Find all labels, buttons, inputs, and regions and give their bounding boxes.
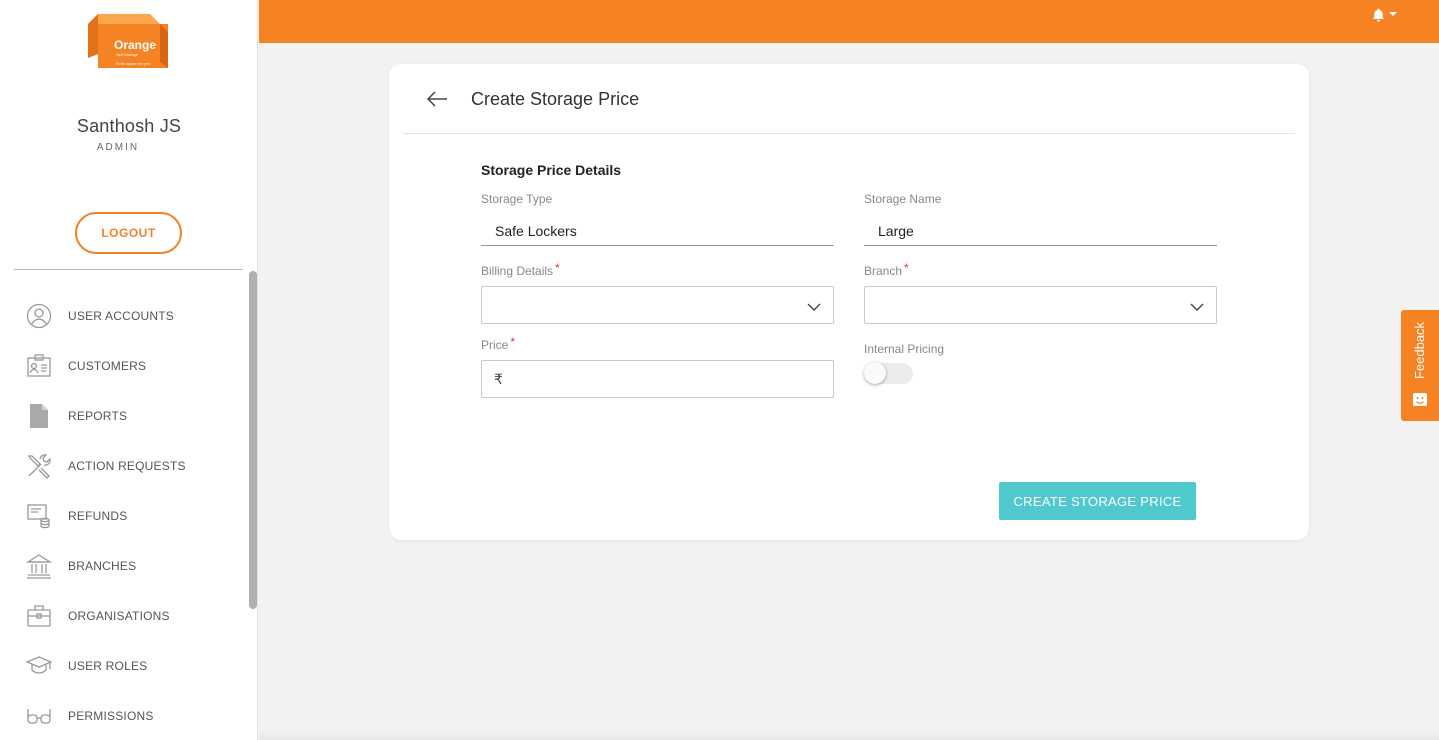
top-bar (259, 0, 1439, 43)
sidebar: Orange Self Storage Extra space for you … (0, 0, 258, 740)
tools-icon (26, 453, 52, 479)
briefcase-icon (26, 603, 52, 629)
required-asterisk: * (904, 261, 909, 275)
branch-select[interactable] (864, 286, 1217, 324)
sidebar-item-customers[interactable]: CUSTOMERS (0, 341, 248, 391)
billing-details-select[interactable] (481, 286, 834, 324)
sidebar-item-label: REPORTS (68, 409, 128, 423)
user-name: Santhosh JS (76, 116, 182, 136)
sidebar-scrollbar[interactable] (249, 271, 257, 609)
sidebar-item-permissions[interactable]: PERMISSIONS (0, 691, 248, 740)
create-storage-price-button[interactable]: CREATE STORAGE PRICE (999, 482, 1196, 520)
sidebar-item-label: ACTION REQUESTS (68, 459, 186, 473)
branch-label-text: Branch (864, 264, 903, 278)
logout-button[interactable]: LOGOUT (75, 212, 182, 254)
section-title: Storage Price Details (481, 162, 622, 178)
refund-icon (26, 503, 52, 529)
feedback-text-wrap: Feedback (1401, 310, 1439, 390)
billing-details-label-text: Billing Details (481, 264, 554, 278)
storage-type-field[interactable]: Safe Lockers (481, 216, 834, 246)
required-asterisk: * (555, 261, 560, 275)
sidebar-item-user-roles[interactable]: USER ROLES (0, 641, 248, 691)
graduation-cap-icon (26, 653, 52, 679)
create-storage-price-card: Create Storage Price Storage Price Detai… (389, 64, 1309, 540)
bottom-shade (259, 730, 1439, 740)
price-field[interactable]: ₹ (481, 360, 834, 398)
sidebar-item-label: PERMISSIONS (68, 709, 154, 723)
bank-icon (26, 553, 52, 579)
sidebar-divider (14, 269, 243, 270)
user-role: ADMIN (96, 142, 140, 153)
orange-logo[interactable]: Orange Self Storage Extra space for you (88, 14, 170, 70)
price-input[interactable] (512, 362, 833, 396)
sidebar-item-label: USER ROLES (68, 659, 148, 673)
document-icon (26, 403, 52, 429)
sidebar-item-label: ORGANISATIONS (68, 609, 170, 623)
logo-sub-text: Self Storage (116, 52, 139, 57)
branch-label: Branch * (864, 261, 909, 278)
storage-name-field[interactable]: Large (864, 216, 1217, 246)
glasses-icon (26, 703, 52, 729)
logo-tagline-text: Extra space for you (116, 61, 150, 66)
price-label: Price * (481, 335, 516, 352)
internal-pricing-toggle[interactable] (864, 362, 913, 384)
sidebar-item-action-requests[interactable]: ACTION REQUESTS (0, 441, 248, 491)
feedback-label: Feedback (1412, 321, 1428, 379)
storage-type-label: Storage Type (481, 192, 553, 206)
sidebar-item-organisations[interactable]: ORGANISATIONS (0, 591, 248, 641)
smiley-icon (1412, 392, 1428, 413)
caret-down-icon[interactable] (1389, 12, 1397, 16)
rupee-icon: ₹ (494, 370, 503, 387)
page-title: Create Storage Price (471, 89, 640, 109)
chevron-down-icon (1190, 299, 1204, 317)
user-circle-icon (26, 303, 52, 329)
header-divider (403, 133, 1295, 134)
required-asterisk: * (510, 335, 516, 349)
sidebar-item-user-accounts[interactable]: USER ACCOUNTS (0, 291, 248, 341)
sidebar-item-refunds[interactable]: REFUNDS (0, 491, 248, 541)
sidebar-nav: USER ACCOUNTS CUSTOMERS REPORTS ACTION R… (0, 291, 248, 740)
internal-pricing-label: Internal Pricing (864, 342, 945, 356)
chevron-down-icon (807, 299, 821, 317)
sidebar-item-label: CUSTOMERS (68, 359, 147, 373)
id-card-icon (26, 353, 52, 379)
back-arrow-icon[interactable] (425, 88, 449, 115)
sidebar-item-reports[interactable]: REPORTS (0, 391, 248, 441)
sidebar-item-label: REFUNDS (68, 509, 128, 523)
bell-icon[interactable] (1372, 8, 1385, 27)
sidebar-item-branches[interactable]: BRANCHES (0, 541, 248, 591)
price-label-text: Price (481, 338, 509, 352)
billing-details-label: Billing Details * (481, 261, 560, 278)
sidebar-item-label: USER ACCOUNTS (68, 309, 174, 323)
storage-name-label: Storage Name (864, 192, 942, 206)
feedback-tab[interactable]: Feedback (1401, 310, 1439, 421)
logo-brand-text: Orange (114, 38, 156, 52)
toggle-knob (864, 362, 886, 384)
sidebar-item-label: BRANCHES (68, 559, 137, 573)
